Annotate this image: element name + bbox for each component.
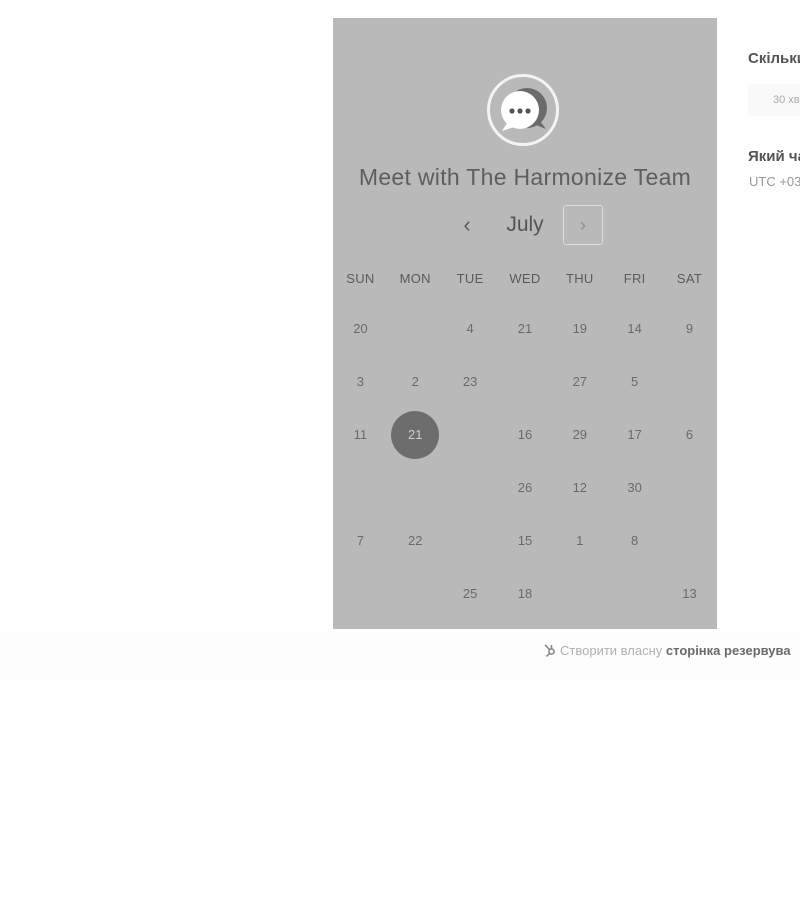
page-title: Meet with The Harmonize Team bbox=[358, 164, 692, 190]
time-question: Який ча bbox=[748, 148, 800, 165]
calendar-day[interactable]: 6 bbox=[662, 408, 717, 461]
calendar-day-empty bbox=[333, 461, 388, 514]
calendar-day-empty bbox=[388, 461, 443, 514]
weekday-label: WED bbox=[509, 271, 541, 286]
calendar-week-row: 7 22 15 1 8 bbox=[333, 514, 717, 567]
calendar-week-row: 3 2 23 27 5 bbox=[333, 355, 717, 408]
selected-day-label: 21 bbox=[391, 410, 440, 459]
weekday-header-row: SUN MON TUE WED THU FRI SAT bbox=[333, 264, 717, 294]
duration-question: Скільки bbox=[748, 50, 800, 67]
weekday-label: SUN bbox=[346, 271, 375, 286]
calendar-day[interactable]: 8 bbox=[607, 514, 662, 567]
month-label: July bbox=[506, 213, 544, 236]
calendar-day-empty bbox=[388, 567, 443, 620]
calendar-day[interactable]: 25 bbox=[443, 567, 498, 620]
calendar-day[interactable]: 26 bbox=[498, 461, 553, 514]
calendar-day[interactable]: 4 bbox=[443, 302, 498, 355]
calendar-day[interactable]: 30 bbox=[607, 461, 662, 514]
calendar-day[interactable]: 22 bbox=[388, 514, 443, 567]
prev-month-button[interactable]: ‹ bbox=[453, 207, 481, 243]
weekday-label: MON bbox=[399, 271, 431, 286]
calendar-day[interactable]: 15 bbox=[498, 514, 553, 567]
weekday-label: FRI bbox=[623, 271, 646, 286]
calendar-day[interactable]: 29 bbox=[552, 408, 607, 461]
calendar-day-empty bbox=[662, 461, 717, 514]
footer-prefix: Створити власну bbox=[560, 643, 663, 658]
calendar-day[interactable]: 11 bbox=[333, 408, 388, 461]
calendar-day-empty bbox=[388, 302, 443, 355]
calendar-day[interactable]: 21 bbox=[498, 302, 553, 355]
calendar-day[interactable]: 17 bbox=[607, 408, 662, 461]
booking-options-panel: Скільки 30 хв Який ча UTC +03 bbox=[748, 0, 800, 200]
calendar-day[interactable]: 18 bbox=[498, 567, 553, 620]
calendar-day[interactable]: 9 bbox=[662, 302, 717, 355]
next-month-button[interactable]: › bbox=[563, 205, 603, 245]
calendar-week-row: 20 4 21 19 14 9 bbox=[333, 302, 717, 355]
calendar-day[interactable]: 1 bbox=[552, 514, 607, 567]
calendar-grid: SUN MON TUE WED THU FRI SAT 20 4 21 19 1… bbox=[333, 264, 717, 620]
month-navigation: ‹ July › bbox=[333, 204, 717, 246]
calendar-day-selected[interactable]: 21 bbox=[388, 408, 443, 461]
calendar-day-empty bbox=[552, 567, 607, 620]
calendar-day-empty bbox=[443, 514, 498, 567]
calendar-day[interactable]: 27 bbox=[552, 355, 607, 408]
weekday-label: SAT bbox=[676, 271, 703, 286]
calendar-day[interactable]: 13 bbox=[662, 567, 717, 620]
weekday-label: TUE bbox=[456, 271, 484, 286]
hubspot-sprocket-icon bbox=[543, 643, 557, 658]
calendar-day[interactable]: 5 bbox=[607, 355, 662, 408]
calendar-day-empty bbox=[662, 514, 717, 567]
footer: Створити власну сторінка резервува bbox=[0, 634, 800, 674]
duration-option[interactable]: 30 хв bbox=[748, 84, 800, 116]
calendar-day[interactable]: 2 bbox=[388, 355, 443, 408]
timezone-selector[interactable]: UTC +03 bbox=[749, 174, 800, 189]
calendar-day-empty bbox=[498, 355, 553, 408]
calendar-week-row: 11 21 16 29 17 6 bbox=[333, 408, 717, 461]
calendar-day-empty bbox=[607, 567, 662, 620]
calendar-day-empty bbox=[662, 355, 717, 408]
chat-logo-icon bbox=[487, 74, 559, 146]
calendar-day-empty bbox=[443, 408, 498, 461]
calendar-day[interactable]: 19 bbox=[552, 302, 607, 355]
calendar-day[interactable]: 20 bbox=[333, 302, 388, 355]
powered-by: Створити власну сторінка резервува bbox=[543, 643, 791, 658]
calendar-day[interactable]: 23 bbox=[443, 355, 498, 408]
calendar-day[interactable]: 3 bbox=[333, 355, 388, 408]
calendar-panel: Meet with The Harmonize Team ‹ July › SU… bbox=[333, 18, 717, 629]
calendar-week-row: 25 18 13 bbox=[333, 567, 717, 620]
calendar-day[interactable]: 16 bbox=[498, 408, 553, 461]
calendar-day-empty bbox=[443, 461, 498, 514]
calendar-day[interactable]: 12 bbox=[552, 461, 607, 514]
calendar-day[interactable]: 7 bbox=[333, 514, 388, 567]
weekday-label: THU bbox=[565, 271, 594, 286]
calendar-day-empty bbox=[333, 567, 388, 620]
calendar-day[interactable]: 14 bbox=[607, 302, 662, 355]
booking-page-link[interactable]: сторінка резервува bbox=[666, 643, 791, 658]
calendar-week-row: 26 12 30 bbox=[333, 461, 717, 514]
